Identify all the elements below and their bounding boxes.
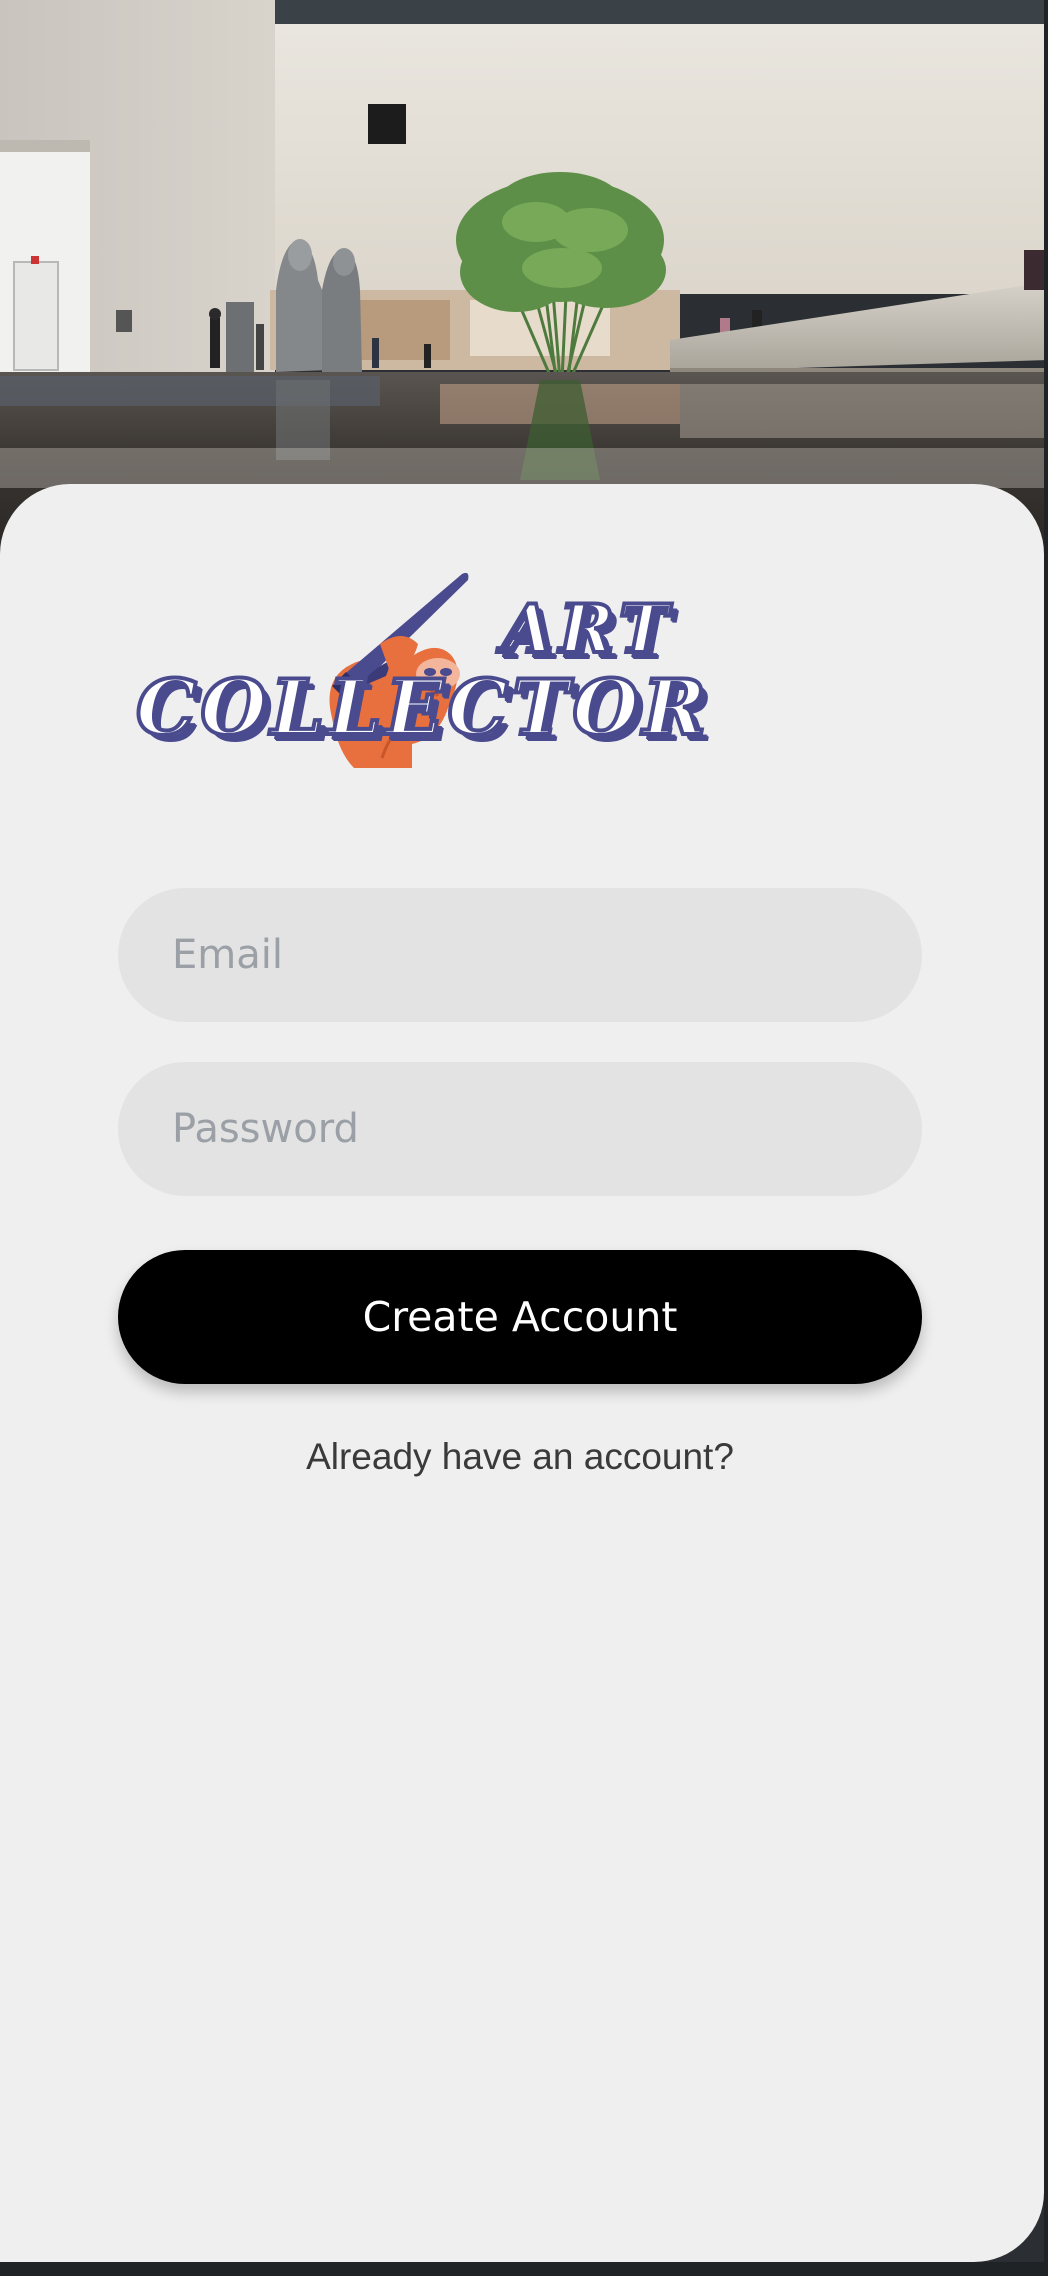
app-logo: ART COLLECTOR (132, 568, 912, 778)
logo-text-art: ART (500, 590, 675, 668)
hero-photo (0, 0, 1048, 540)
signup-sheet: ART COLLECTOR Create Account Already hav… (0, 484, 1044, 2262)
already-have-account-link[interactable]: Already have an account? (118, 1436, 922, 1478)
app-screen: ART COLLECTOR Create Account Already hav… (0, 0, 1048, 2276)
window-edge-bottom (0, 2262, 1048, 2276)
email-field[interactable] (118, 888, 922, 1022)
window-edge-right (1044, 0, 1048, 2276)
create-account-button[interactable]: Create Account (118, 1250, 922, 1384)
logo-text-collector: COLLECTOR (134, 663, 710, 752)
museum-photo (0, 0, 1048, 540)
password-field[interactable] (118, 1062, 922, 1196)
